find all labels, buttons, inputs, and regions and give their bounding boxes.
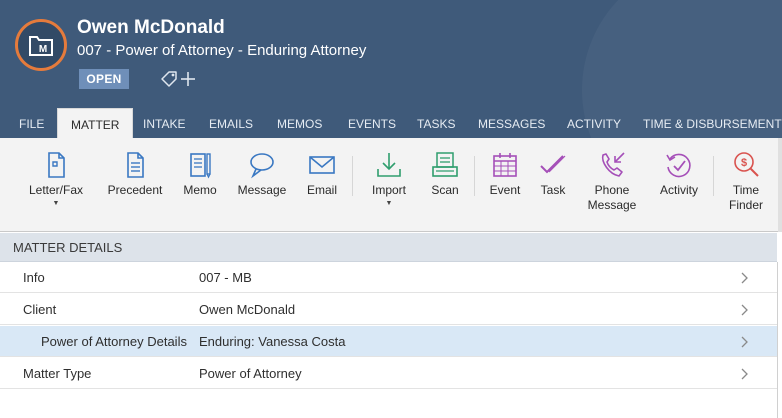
scan-button[interactable]: Scan [427,138,463,232]
import-icon [377,153,401,177]
tab-events[interactable]: EVENTS [348,108,396,138]
tag-icon[interactable] [158,68,180,90]
time-finder-label-line2: Finder [728,198,763,212]
tab-messages[interactable]: MESSAGES [478,108,545,138]
status-badge[interactable]: OPEN [79,69,129,89]
ribbon-separator [352,156,353,196]
task-button[interactable]: Task [536,138,570,232]
tab-emails[interactable]: EMAILS [209,108,253,138]
avatar-letter: M [39,44,47,55]
detail-row-client[interactable]: Client Owen McDonald [0,294,777,325]
phone-message-icon [601,152,625,177]
memo-label: Memo [183,183,217,197]
tab-memos[interactable]: MEMOS [277,108,322,138]
tab-intake[interactable]: INTAKE [143,108,185,138]
memo-icon [190,153,211,179]
panel-scrollbar[interactable] [777,262,782,418]
add-tag-icon[interactable] [179,70,197,88]
event-icon [493,153,517,177]
tab-time-disbursements[interactable]: TIME & DISBURSEMENTS [643,108,782,138]
activity-button[interactable]: Activity [656,138,702,232]
task-icon [540,155,566,174]
detail-label: Info [23,270,45,285]
chevron-right-icon [741,272,748,284]
email-icon [309,156,335,174]
import-label: Import [371,183,406,197]
matter-header: M Owen McDonald 007 - Power of Attorney … [0,0,782,138]
client-name: Owen McDonald [77,17,225,38]
time-finder-label-line1: Time [732,183,760,197]
precedent-button[interactable]: Precedent [104,138,166,232]
phone-message-label: Phone Message [588,183,637,213]
tab-tasks[interactable]: TASKS [417,108,455,138]
message-label: Message [237,183,287,197]
letter-icon [48,152,65,178]
letter-fax-dropdown-icon[interactable]: ▼ [53,200,60,207]
detail-row-info[interactable]: Info 007 - MB [0,262,777,293]
matter-avatar[interactable]: M [15,19,67,71]
detail-label: Power of Attorney Details [41,334,187,349]
detail-row-power-of-attorney-details[interactable]: Power of Attorney Details Enduring: Vane… [0,326,777,357]
precedent-label: Precedent [107,183,163,197]
event-button[interactable]: Event [486,138,524,232]
detail-value: Power of Attorney [199,366,302,381]
matter-title: 007 - Power of Attorney - Enduring Attor… [77,42,367,59]
time-finder-button[interactable]: $ Time Finder [724,138,768,232]
chevron-right-icon [741,368,748,380]
tab-bar: FILE MATTER INTAKE EMAILS MEMOS EVENTS T… [0,108,782,138]
ribbon-toolbar: Letter/Fax ▼ Precedent Memo Message Emai… [0,138,782,232]
matter-details-panel: MATTER DETAILS Info 007 - MB Client Owen… [0,233,782,418]
detail-label: Matter Type [23,366,92,381]
event-label: Event [489,183,521,197]
scan-icon [432,152,458,177]
ribbon-scroll-edge [778,138,782,232]
detail-row-matter-type[interactable]: Matter Type Power of Attorney [0,358,777,389]
task-label: Task [540,183,566,197]
detail-value: Enduring: Vanessa Costa [199,334,346,349]
message-icon [250,153,274,179]
phone-message-label-line1: Phone [594,183,630,197]
time-finder-label: Time Finder [729,183,763,213]
activity-icon [666,153,691,178]
letter-fax-label: Letter/Fax [28,183,84,197]
time-finder-icon: $ [734,152,759,177]
tab-file[interactable]: FILE [19,108,44,138]
activity-label: Activity [659,183,698,197]
svg-text:$: $ [741,157,747,169]
chevron-right-icon [741,336,748,348]
ribbon-separator [474,156,475,196]
scan-label: Scan [431,183,459,197]
message-button[interactable]: Message [236,138,288,232]
import-dropdown-icon[interactable]: ▼ [386,200,393,207]
letter-fax-button[interactable]: Letter/Fax ▼ [26,138,86,232]
ribbon-separator [713,156,714,196]
tab-activity[interactable]: ACTIVITY [567,108,621,138]
email-button[interactable]: Email [301,138,343,232]
detail-value: Owen McDonald [199,302,296,317]
phone-message-label-line2: Message [587,198,637,212]
memo-button[interactable]: Memo [180,138,220,232]
detail-value: 007 - MB [199,270,252,285]
tab-matter[interactable]: MATTER [57,108,134,138]
precedent-icon [127,152,144,178]
phone-message-button[interactable]: Phone Message [588,138,636,232]
email-label: Email [306,183,337,197]
detail-label: Client [23,302,57,317]
chevron-right-icon [741,304,748,316]
matter-folder-icon: M [29,36,53,56]
import-button[interactable]: Import ▼ [365,138,413,232]
matter-details-heading: MATTER DETAILS [0,233,777,262]
